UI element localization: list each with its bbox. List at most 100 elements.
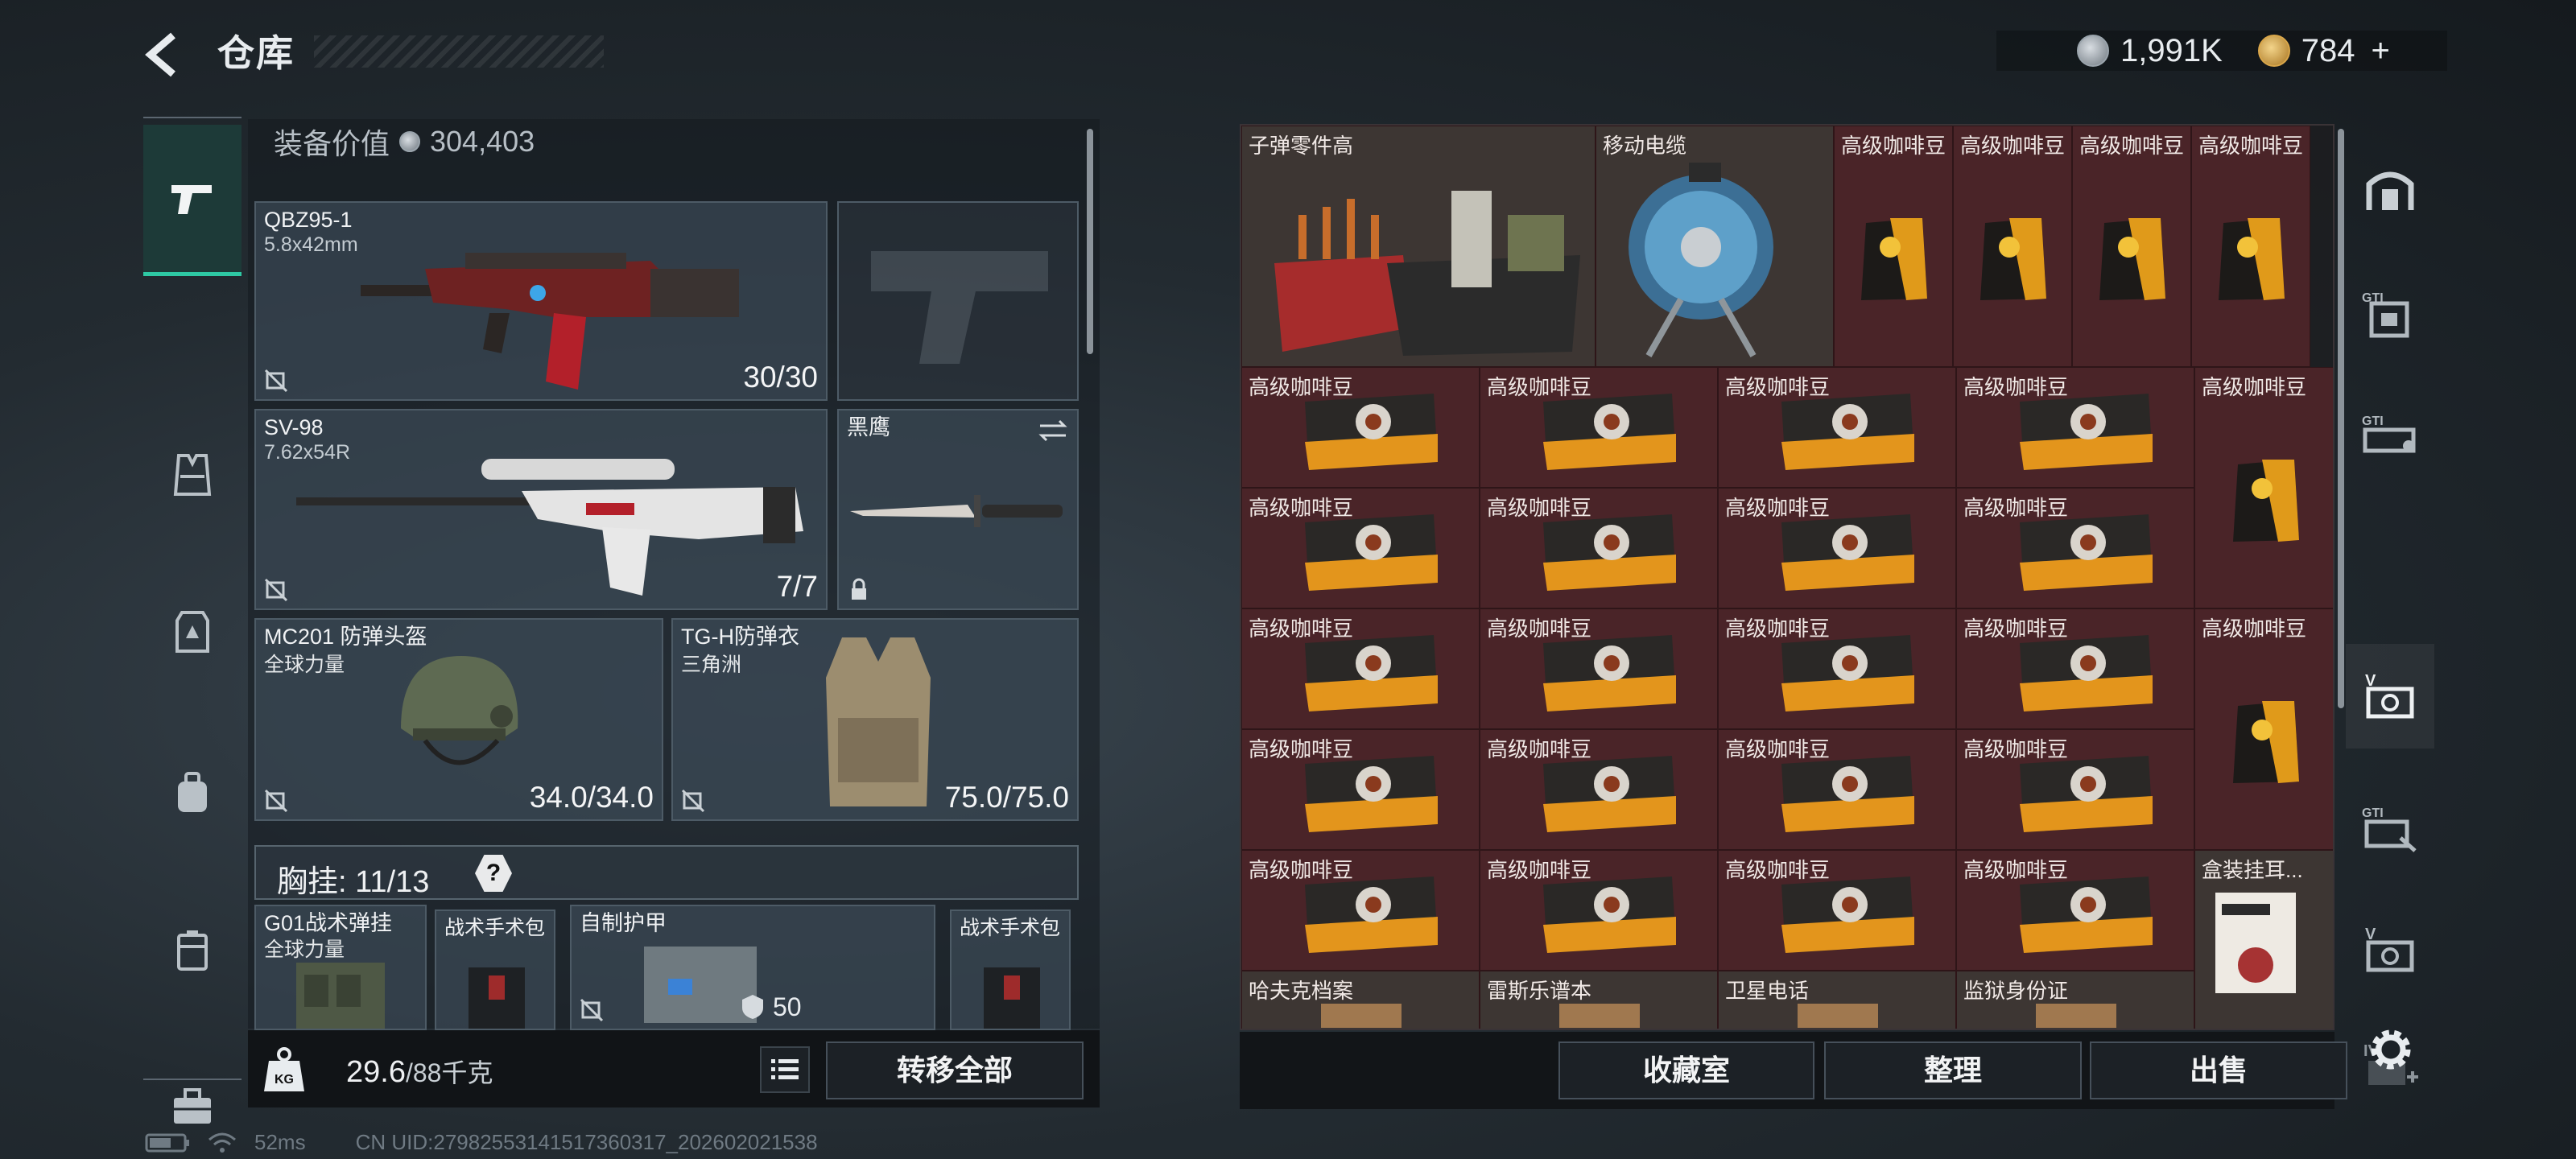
slot-helmet[interactable]: MC201 防弹头盔 全球力量 34.0/34.0 (254, 618, 663, 821)
stash-item-coffee-bag[interactable]: 高级咖啡豆 (1953, 126, 2072, 367)
sniper-image (296, 459, 803, 596)
stash-item-coffee-bag[interactable]: 高级咖啡豆 (2191, 126, 2310, 367)
stash-item-coffee-box[interactable]: 高级咖啡豆 (1718, 488, 1956, 608)
slot-secondary-weapon[interactable]: SV-98 7.62x54R 7/7 (254, 409, 828, 610)
stash-item-document[interactable]: 雷斯乐谱本 (1480, 971, 1718, 1029)
stash-item-coffee-box[interactable]: 高级咖啡豆 (1241, 850, 1480, 971)
list-view-button[interactable] (760, 1046, 810, 1093)
loadout-scrollbar[interactable] (1087, 129, 1093, 354)
back-arrow-icon[interactable] (141, 31, 189, 79)
medkit-image (469, 967, 525, 1029)
nav-armor[interactable] (143, 584, 242, 680)
coffee-bag-image (2233, 460, 2299, 542)
rifle-image (361, 253, 739, 390)
ping-text: 52ms (254, 1130, 306, 1154)
stash-item-coffee-box[interactable]: 高级咖啡豆 (1956, 850, 2194, 971)
melee-name: 黑鹰 (847, 415, 890, 439)
swap-icon[interactable] (1037, 419, 1069, 443)
gti-pouch-icon: GTI (2362, 806, 2417, 852)
stash-grid: 子弹零件高 移动电缆 高级咖啡豆 高级咖啡豆 高级咖啡豆 高级咖啡豆 高级咖啡豆 高级咖啡豆高… (1240, 124, 2334, 1030)
nav-vest[interactable] (143, 427, 242, 523)
slot-body-armor[interactable]: TG-H防弹衣 三角洲 75.0/75.0 (671, 618, 1079, 821)
stash-item-coffee-bag[interactable]: 高级咖啡豆 (2194, 608, 2333, 850)
stash-item-coffee-box[interactable]: 高级咖啡豆 (1480, 608, 1718, 729)
stash-item-coffee-box[interactable]: 高级咖啡豆 (1480, 729, 1718, 850)
no-insurance-icon (264, 789, 288, 813)
no-insurance-icon (264, 578, 288, 602)
nav-pouch[interactable] (143, 901, 242, 998)
armor-shield-icon (742, 995, 763, 1019)
stash-item-cable[interactable]: 移动电缆 (1596, 126, 1834, 367)
nav-backpack[interactable] (143, 744, 242, 841)
stash-item-name: 雷斯乐谱本 (1487, 979, 1592, 1003)
list-icon (771, 1059, 799, 1079)
durability: 75.0/75.0 (944, 781, 1069, 814)
slot-primary-weapon[interactable]: QBZ95-1 5.8x42mm 30/30 (254, 201, 828, 401)
stash-item-document[interactable]: 哈夫克档案 (1241, 971, 1480, 1029)
nav-shelter[interactable] (2346, 137, 2434, 241)
help-icon[interactable]: ? (475, 855, 512, 892)
svg-text:KG: KG (275, 1073, 294, 1087)
stash-item-coffee-box[interactable]: 高级咖啡豆 (1718, 729, 1956, 850)
nav-gti-pouch[interactable]: GTI (2346, 777, 2434, 881)
stash-item-barista-box[interactable]: 盒装挂耳... (2194, 850, 2333, 1029)
stash-item-coffee-box[interactable]: 高级咖啡豆 (1241, 367, 1480, 488)
nav-v-case[interactable]: V (2346, 644, 2434, 749)
settings-gear-icon[interactable] (2363, 1022, 2418, 1077)
slot-melee[interactable]: 黑鹰 (837, 409, 1079, 610)
add-premium-button[interactable]: + (2372, 33, 2390, 69)
stash-item-name: 高级咖啡豆 (1487, 737, 1592, 761)
status-strip: 52ms CN UID:27982553141517360317_2026020… (145, 1130, 818, 1155)
medkit-image (984, 967, 1040, 1029)
stash-item-coffee-box[interactable]: 高级咖啡豆 (1718, 608, 1956, 729)
stash-item-coffee-box[interactable]: 高级咖啡豆 (1956, 729, 2194, 850)
stash-item-coffee-box[interactable]: 高级咖啡豆 (1480, 488, 1718, 608)
stash-item-coffee-box[interactable]: 高级咖啡豆 (1241, 608, 1480, 729)
nav-v-box[interactable]: V (2346, 897, 2434, 1002)
gti-tray-icon: GTI (2362, 415, 2416, 453)
slot-gear-armor-plate[interactable]: 自制护甲 50 (570, 905, 935, 1030)
stash-item-coffee-box[interactable]: 高级咖啡豆 (1956, 367, 2194, 488)
stash-item-coffee-box[interactable]: 高级咖啡豆 (1956, 608, 2194, 729)
stash-item-coffee-box[interactable]: 高级咖啡豆 (1241, 488, 1480, 608)
slot-pistol-empty[interactable] (837, 201, 1079, 401)
stash-item-name: 高级咖啡豆 (1725, 375, 1831, 399)
stash-item-coffee-box[interactable]: 高级咖啡豆 (1718, 367, 1956, 488)
max-weight: /88千克 (405, 1058, 493, 1087)
nav-gti-tray[interactable]: GTI (2346, 382, 2434, 487)
stash-item-coffee-box[interactable]: 高级咖啡豆 (1718, 850, 1956, 971)
transfer-all-button[interactable]: 转移全部 (826, 1041, 1084, 1099)
sell-button[interactable]: 出售 (2090, 1041, 2347, 1099)
stash-item-document[interactable]: 监狱身份证 (1956, 971, 2194, 1029)
coffee-bag-image (2233, 701, 2299, 783)
stash-item-name: 高级咖啡豆 (1487, 375, 1592, 399)
knife-image (850, 495, 1063, 527)
stash-item-coffee-bag[interactable]: 高级咖啡豆 (2194, 367, 2333, 608)
weight-icon: KG (264, 1047, 304, 1091)
stash-item-coffee-bag[interactable]: 高级咖啡豆 (1834, 126, 1953, 367)
battery-icon (145, 1133, 189, 1152)
slot-gear-medkit-1[interactable]: 战术手术包 (435, 909, 555, 1030)
stash-item-coffee-box[interactable]: 高级咖啡豆 (1241, 729, 1480, 850)
stash-item-name: 高级咖啡豆 (1725, 496, 1831, 520)
equipment-value: 装备价值 304,403 (274, 121, 535, 163)
stash-scrollbar[interactable] (2338, 129, 2344, 708)
item-name: 战术手术包 (444, 917, 546, 939)
collection-room-button[interactable]: 收藏室 (1558, 1041, 1814, 1099)
v-box-icon: V (2365, 926, 2414, 972)
v-case-icon: V (2365, 672, 2414, 719)
stash-item-document[interactable]: 卫星电话 (1718, 971, 1956, 1029)
slot-gear-medkit-2[interactable]: 战术手术包 (950, 909, 1071, 1030)
stash-item-coffee-box[interactable]: 高级咖啡豆 (1480, 367, 1718, 488)
carry-weight: 29.6/88千克 (346, 1053, 493, 1090)
stash-item-coffee-bag[interactable]: 高级咖啡豆 (2072, 126, 2191, 367)
sort-button[interactable]: 整理 (1824, 1041, 2082, 1099)
gti-case-icon: GTI (2362, 291, 2409, 338)
stash-item-coffee-box[interactable]: 高级咖啡豆 (1480, 850, 1718, 971)
stash-item-ammo-parts[interactable]: 子弹零件高 (1241, 126, 1596, 367)
rig-name: G01战术弹挂 (264, 911, 393, 935)
nav-gti-case[interactable]: GTI (2346, 262, 2434, 366)
slot-chest-rig[interactable]: G01战术弹挂 全球力量 (254, 905, 427, 1030)
stash-item-coffee-box[interactable]: 高级咖啡豆 (1956, 488, 2194, 608)
nav-weapons[interactable] (143, 125, 242, 276)
